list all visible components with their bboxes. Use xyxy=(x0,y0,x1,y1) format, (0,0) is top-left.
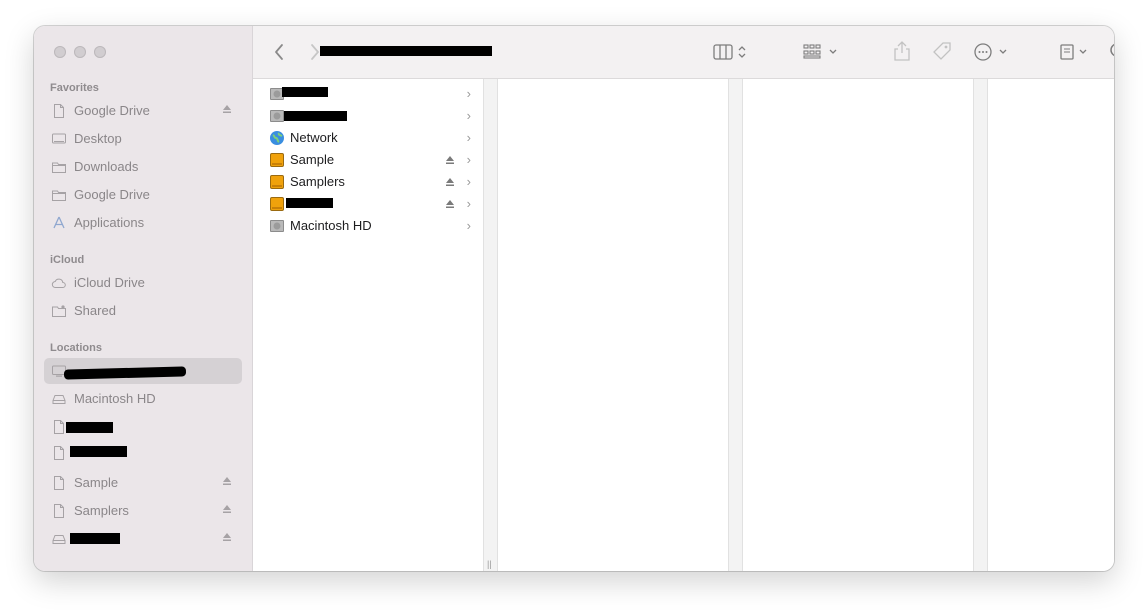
sidebar: Favorites Google Drive Desktop Downloads… xyxy=(34,26,253,571)
column-browser: || › › Network › Sample › Samplers › › M… xyxy=(253,79,1114,571)
group-by-icon[interactable] xyxy=(803,42,839,62)
sidebar-item-label: Desktop xyxy=(74,131,122,146)
sidebar-item-label: Applications xyxy=(74,215,145,230)
list-item-data[interactable]: › xyxy=(265,83,471,105)
document-icon xyxy=(54,104,64,118)
chevron-right-icon: › xyxy=(466,108,471,123)
document-icon xyxy=(54,504,64,518)
cloud-icon xyxy=(51,278,66,288)
list-item-label: Macintosh HD xyxy=(290,218,372,233)
eject-icon[interactable] xyxy=(222,532,232,542)
applications-icon xyxy=(53,216,65,229)
redaction-bar xyxy=(320,46,492,56)
redaction-bar xyxy=(66,422,113,433)
redaction-bar xyxy=(286,198,333,208)
chevron-right-icon: › xyxy=(466,130,471,145)
external-drive-icon xyxy=(270,175,284,189)
share-icon[interactable] xyxy=(893,40,911,62)
network-globe-icon xyxy=(270,131,284,145)
sidebar-item-label: Google Drive xyxy=(74,103,150,118)
sidebar-item-redacted-2[interactable] xyxy=(44,440,242,466)
list-item-label: Samplers xyxy=(290,174,345,189)
sidebar-item-label: Google Drive xyxy=(74,187,150,202)
sidebar-item-google-drive-folder[interactable]: Google Drive xyxy=(44,182,242,208)
document-icon xyxy=(54,420,64,434)
sidebar-item-label: iCloud Drive xyxy=(74,275,145,290)
minimize-window-button[interactable] xyxy=(74,46,86,58)
sidebar-item-google-drive[interactable]: Google Drive xyxy=(44,98,242,124)
resize-handle-icon[interactable]: || xyxy=(487,559,492,569)
sidebar-item-icloud-drive[interactable]: iCloud Drive xyxy=(44,270,242,296)
tag-icon[interactable] xyxy=(931,41,953,63)
sidebar-item-downloads[interactable]: Downloads xyxy=(44,154,242,180)
sidebar-item-label: Macintosh HD xyxy=(74,391,156,406)
sidebar-item-label: Shared xyxy=(74,303,116,318)
sidebar-item-redacted-1[interactable] xyxy=(44,414,242,440)
desktop-icon xyxy=(52,133,66,144)
folder-icon xyxy=(52,190,66,201)
drive-icon xyxy=(52,535,66,544)
back-chevron-icon[interactable] xyxy=(273,42,285,62)
document-icon xyxy=(54,476,64,490)
eject-icon[interactable] xyxy=(445,177,455,187)
zoom-window-button[interactable] xyxy=(94,46,106,58)
eject-icon[interactable] xyxy=(222,476,232,486)
section-title-icloud: iCloud xyxy=(50,254,85,266)
sidebar-item-sample[interactable]: Sample xyxy=(44,470,242,496)
sidebar-item-redacted-3[interactable] xyxy=(44,526,242,552)
column-divider[interactable]: || xyxy=(483,79,498,571)
section-title-locations: Locations xyxy=(50,342,102,354)
list-item-samplers[interactable]: Samplers › xyxy=(265,171,471,193)
list-item-network[interactable]: Network › xyxy=(265,127,471,149)
list-item-label: Sample xyxy=(290,152,335,167)
sidebar-item-shared[interactable]: Shared xyxy=(44,298,242,324)
sidebar-item-computer[interactable] xyxy=(44,358,242,384)
drive-icon xyxy=(52,395,66,404)
sidebar-item-label: Samplers xyxy=(74,503,129,518)
shared-folder-icon xyxy=(52,305,66,317)
redaction-bar xyxy=(70,533,120,544)
toolbar xyxy=(253,26,1114,79)
hard-drive-icon xyxy=(270,220,284,232)
redaction-bar xyxy=(284,111,347,121)
sidebar-item-label: Sample xyxy=(74,475,119,490)
list-item-sample[interactable]: Sample › xyxy=(265,149,471,171)
eject-icon[interactable] xyxy=(445,199,455,209)
chevron-right-icon: › xyxy=(466,174,471,189)
external-drive-icon xyxy=(270,153,284,167)
sidebar-item-desktop[interactable]: Desktop xyxy=(44,126,242,152)
document-icon xyxy=(54,446,64,460)
redaction-bar xyxy=(70,446,127,457)
more-actions-icon[interactable] xyxy=(973,41,1011,63)
hard-drive-icon xyxy=(270,110,284,122)
finder-window: Favorites Google Drive Desktop Downloads… xyxy=(34,26,1114,571)
redaction-bar xyxy=(63,366,187,380)
list-item-redacted-external[interactable]: › xyxy=(265,193,471,215)
chevron-right-icon: › xyxy=(466,86,471,101)
column-divider[interactable] xyxy=(973,79,988,571)
list-item-redacted-drive[interactable]: › xyxy=(265,105,471,127)
column-view-icon[interactable] xyxy=(713,43,749,61)
sidebar-item-samplers[interactable]: Samplers xyxy=(44,498,242,524)
archive-icon[interactable] xyxy=(1059,41,1091,63)
redaction-bar xyxy=(282,87,328,97)
sidebar-item-macintosh-hd[interactable]: Macintosh HD xyxy=(44,386,242,412)
section-title-favorites: Favorites xyxy=(50,82,99,94)
eject-icon[interactable] xyxy=(445,155,455,165)
chevron-right-icon: › xyxy=(466,196,471,211)
chevron-right-icon: › xyxy=(466,218,471,233)
list-item-macintosh-hd[interactable]: Macintosh HD › xyxy=(265,215,471,237)
chevron-right-icon: › xyxy=(466,152,471,167)
eject-icon[interactable] xyxy=(222,504,232,514)
folder-icon xyxy=(52,162,66,173)
close-window-button[interactable] xyxy=(54,46,66,58)
sidebar-item-label: Downloads xyxy=(74,159,139,174)
sidebar-item-applications[interactable]: Applications xyxy=(44,210,242,236)
search-icon[interactable] xyxy=(1109,42,1114,62)
list-item-label: Network xyxy=(290,130,338,145)
eject-icon[interactable] xyxy=(222,104,232,114)
external-drive-icon xyxy=(270,197,284,211)
column-divider[interactable] xyxy=(728,79,743,571)
